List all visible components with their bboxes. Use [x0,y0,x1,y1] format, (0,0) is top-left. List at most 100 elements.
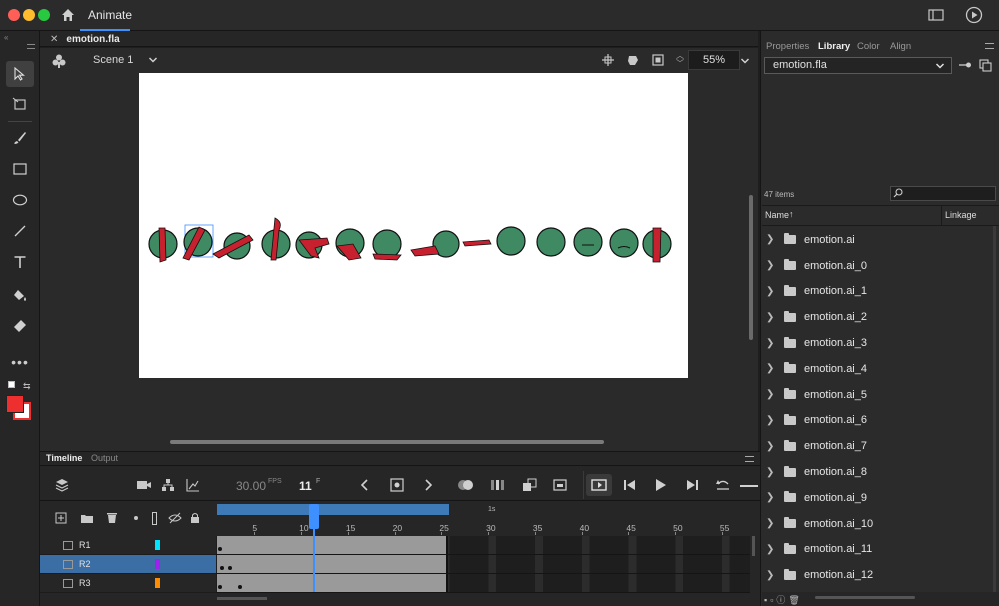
library-item[interactable]: ❯ emotion.ai_4 [762,356,999,382]
workspace-icon[interactable] [928,8,944,25]
panel-menu-icon[interactable] [985,43,994,49]
frame-span-r3[interactable] [217,574,448,592]
pin-icon[interactable] [958,60,972,73]
tab-library[interactable]: Library [818,41,850,52]
stage-vertical-scrollbar[interactable] [749,195,753,340]
frame-range-bar[interactable] [217,504,449,515]
layer-r2[interactable]: R2 [40,555,216,574]
brush-tool-icon[interactable] [6,125,34,151]
chevron-right-icon[interactable]: ❯ [766,286,780,297]
zoom-stepper-icon[interactable]: ︿ ﹀ [676,52,684,68]
library-item[interactable]: ❯ emotion.ai_2 [762,304,999,330]
chevron-right-icon[interactable]: ❯ [766,312,780,323]
play-icon[interactable] [655,478,667,495]
highlight-layer-icon[interactable] [134,516,138,520]
stroke-color-swatch[interactable] [6,395,24,413]
text-tool-icon[interactable] [6,249,34,275]
timeline-h-scrollbar[interactable] [217,597,267,600]
new-folder-icon[interactable] [80,513,94,527]
chevron-right-icon[interactable]: ❯ [766,389,780,400]
scene-icon[interactable] [51,53,67,72]
layer-parenting-icon[interactable] [161,478,175,495]
step-backward-icon[interactable] [623,479,637,494]
minimize-window-button[interactable] [23,9,35,21]
chevron-right-icon[interactable]: ❯ [766,467,780,478]
rectangle-tool-icon[interactable] [6,156,34,182]
center-frame-icon[interactable] [715,478,731,495]
more-tools-icon[interactable]: ••• [6,349,34,375]
tab-timeline[interactable]: Timeline [46,453,82,463]
zoom-chevron-icon[interactable] [740,56,750,69]
chevron-right-icon[interactable]: ❯ [766,518,780,529]
chevron-right-icon[interactable]: ❯ [766,441,780,452]
stage-artwork[interactable] [139,200,688,280]
frame-transform-icon[interactable] [522,478,538,495]
selection-tool-icon[interactable] [6,61,34,87]
tab-color[interactable]: Color [857,41,880,52]
library-item[interactable]: ❯ emotion.ai_10 [762,511,999,537]
timeline-v-scrollbar[interactable] [752,536,755,556]
camera-icon[interactable] [136,479,152,494]
chevron-right-icon[interactable]: ❯ [766,492,780,503]
rotate-stage-icon[interactable] [626,53,640,70]
loop-button[interactable] [586,474,612,496]
timeline-menu-icon[interactable] [745,456,754,462]
eraser-tool-icon[interactable] [6,313,34,339]
snap-icon[interactable] [601,53,615,70]
default-colors-icon[interactable] [8,381,15,388]
library-column-linkage[interactable]: Linkage [945,210,977,220]
step-forward-icon[interactable] [685,479,699,494]
chevron-right-icon[interactable]: ❯ [766,415,780,426]
paint-bucket-tool-icon[interactable] [6,282,34,308]
new-library-panel-icon[interactable] [979,59,992,75]
stage-horizontal-scrollbar[interactable] [170,440,604,444]
close-window-button[interactable] [8,9,20,21]
chevron-right-icon[interactable]: ❯ [766,338,780,349]
layer-r3[interactable]: R3 [40,574,216,593]
layer-r1[interactable]: R1 [40,536,216,555]
chevron-down-icon[interactable] [148,55,158,68]
chevron-right-icon[interactable]: ❯ [766,544,780,555]
tab-align[interactable]: Align [890,41,911,52]
hide-layers-icon[interactable] [168,512,182,527]
edit-multiple-frames-icon[interactable] [490,478,506,495]
chevron-right-icon[interactable]: ❯ [766,234,780,245]
test-movie-icon[interactable] [965,6,983,27]
onion-skin-icon[interactable] [457,478,475,495]
current-frame[interactable]: 11 [299,479,312,493]
keyframe[interactable] [220,566,224,570]
library-search-input[interactable] [890,186,996,201]
chevron-down-icon[interactable] [935,61,945,74]
chevron-right-icon[interactable]: ❯ [766,570,780,581]
library-footer-icons[interactable]: ▪▫ⓘ🗑 [764,593,803,606]
library-item[interactable]: ❯ emotion.ai_1 [762,279,999,305]
free-transform-tool-icon[interactable] [6,91,34,117]
library-item[interactable]: ❯ emotion.ai_8 [762,459,999,485]
library-item[interactable]: ❯ emotion.ai_7 [762,433,999,459]
layer-color-swatch[interactable] [155,559,160,569]
panel-menu-icon[interactable] [27,44,35,49]
line-tool-icon[interactable] [6,218,34,244]
keyframe[interactable] [238,585,242,589]
lock-layers-icon[interactable] [190,512,200,527]
keyframe[interactable] [218,585,222,589]
frame-span-r1[interactable] [217,536,448,554]
sort-ascending-icon[interactable]: ↑ [789,209,794,219]
playhead-handle[interactable] [309,504,319,529]
document-tab[interactable]: ✕ emotion.fla [44,31,126,47]
library-item[interactable]: ❯ emotion.ai_12 [762,562,999,588]
tab-properties[interactable]: Properties [766,41,809,52]
library-item[interactable]: ❯ emotion.ai [762,227,999,253]
zoom-input[interactable]: 55% [688,50,740,70]
library-item[interactable]: ❯ emotion.ai_5 [762,382,999,408]
tab-output[interactable]: Output [91,453,118,463]
chevron-right-icon[interactable]: ❯ [766,363,780,374]
scene-label[interactable]: Scene 1 [93,54,133,66]
previous-keyframe-icon[interactable] [360,479,370,494]
outline-layer-icon[interactable] [152,512,157,525]
library-column-name[interactable]: Name [765,210,789,220]
keyframe[interactable] [228,566,232,570]
oval-tool-icon[interactable] [6,187,34,213]
fps-value[interactable]: 30.00 [236,479,266,493]
chevron-right-icon[interactable]: ❯ [766,260,780,271]
